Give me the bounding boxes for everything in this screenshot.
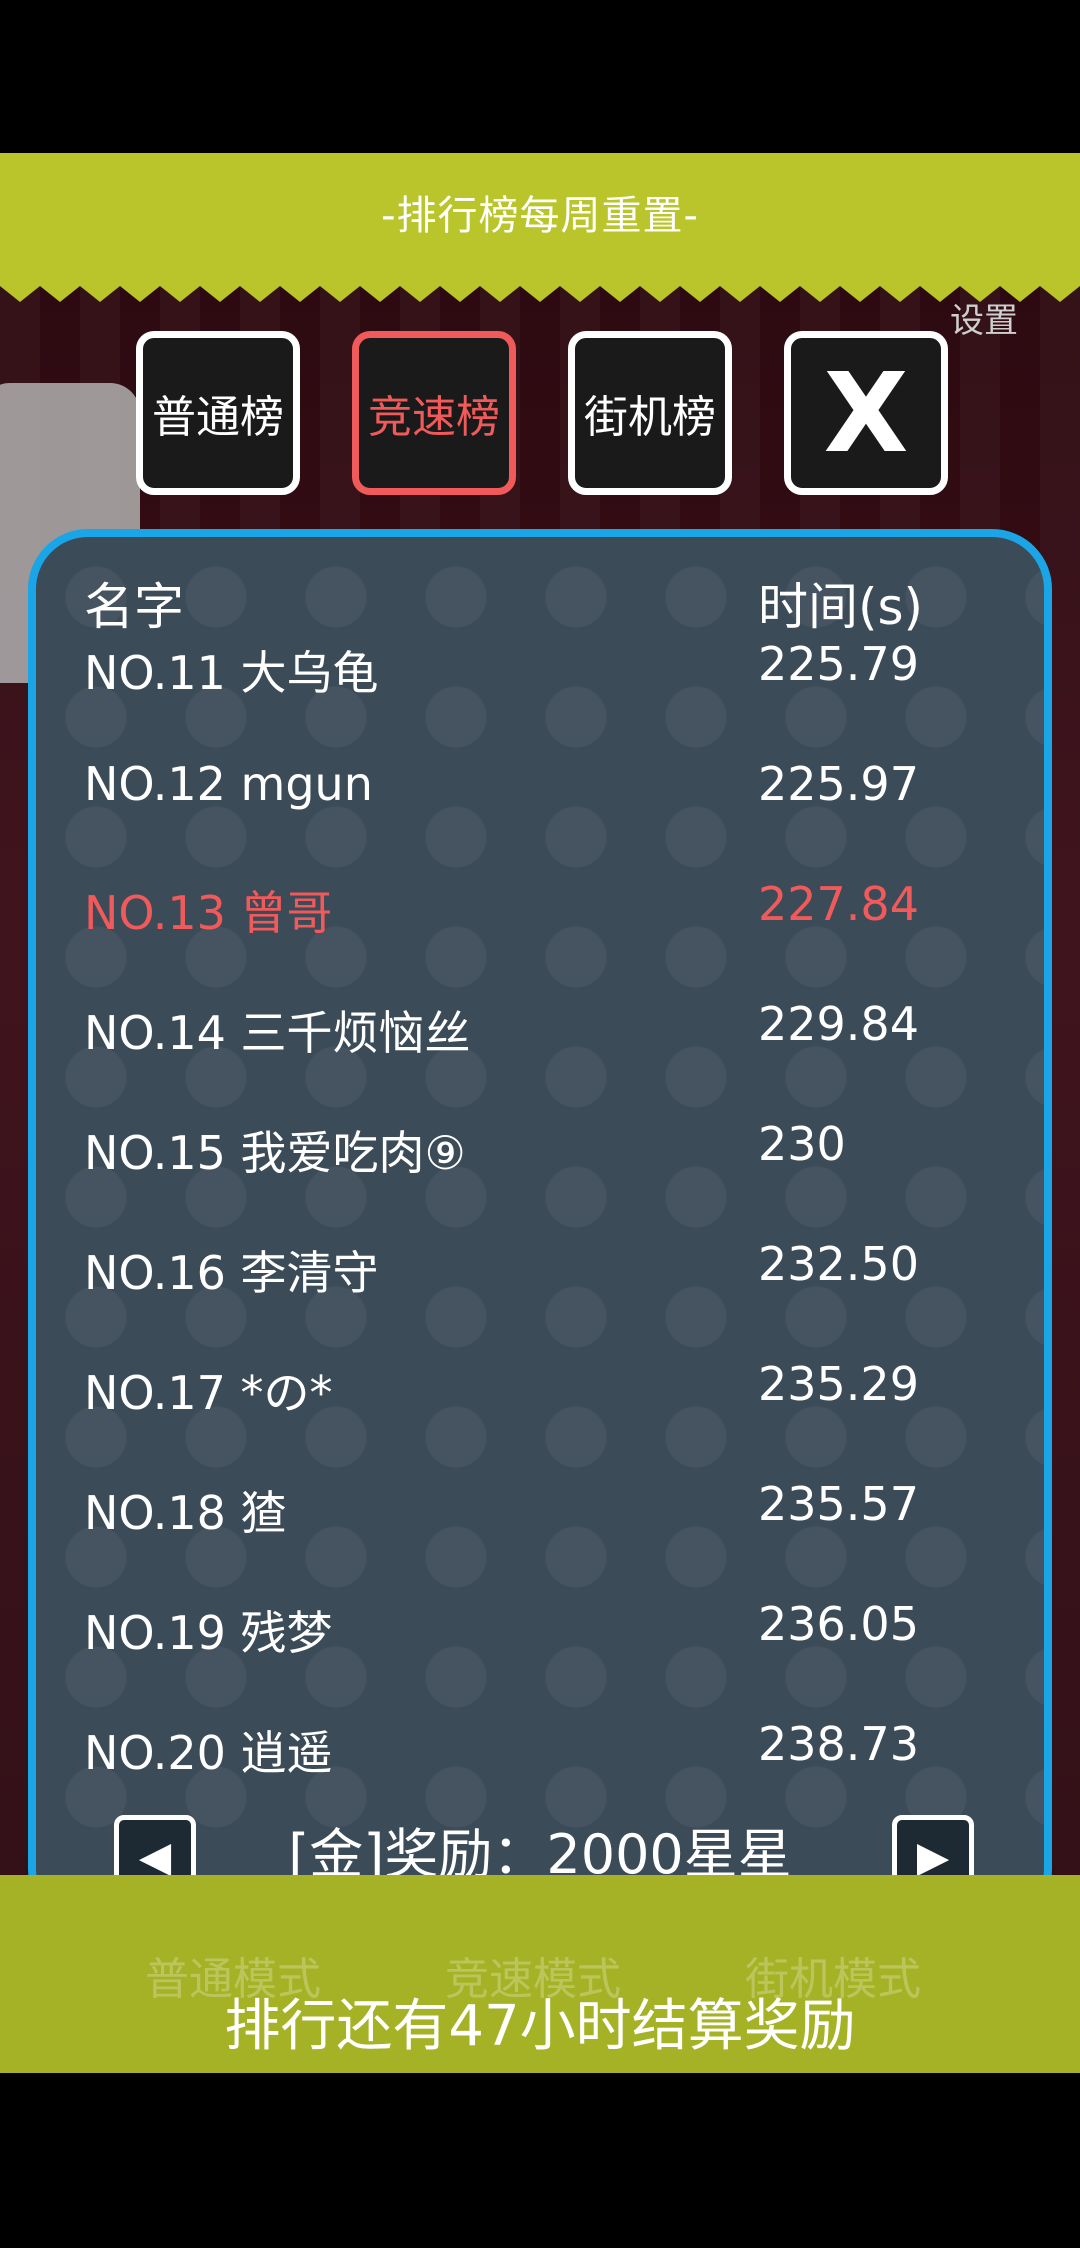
player-time: 238.73 <box>758 1717 919 1771</box>
leaderboard-panel: 名字 时间(s) NO.11 大乌龟 225.79 NO.12 mgun 225… <box>28 529 1052 1929</box>
player-name: NO.19 残梦 <box>84 1606 333 1660</box>
table-row: NO.14 三千烦恼丝 229.84 <box>36 997 1044 1077</box>
table-row: NO.15 我爱吃肉⑨ 230 <box>36 1117 1044 1197</box>
table-row: NO.12 mgun 225.97 <box>36 757 1044 837</box>
top-banner: -排行榜每周重置- <box>0 153 1080 302</box>
player-name: NO.20 逍遥 <box>84 1726 333 1780</box>
column-header-name: 名字 <box>84 578 184 636</box>
player-time: 225.97 <box>758 757 919 811</box>
table-row: NO.17 *の* 235.29 <box>36 1357 1044 1437</box>
arrow-right-icon: ▶ <box>916 1831 950 1881</box>
tab-arcade-ranking[interactable]: 街机榜 <box>568 331 732 495</box>
settlement-countdown: 排行还有47小时结算奖励 <box>224 1994 856 2059</box>
player-time: 235.57 <box>758 1477 919 1531</box>
game-stage: -排行榜每周重置- 设置 普通榜 竞速榜 街机榜 X 名字 时间(s) NO.1… <box>0 153 1080 2073</box>
player-name: NO.17 *の* <box>84 1366 333 1420</box>
settings-label[interactable]: 设置 <box>950 293 1018 342</box>
arrow-left-icon: ◀ <box>138 1831 172 1881</box>
player-name: NO.15 我爱吃肉⑨ <box>84 1126 466 1180</box>
close-button[interactable]: X <box>784 331 948 495</box>
player-time: 230 <box>758 1117 846 1171</box>
zigzag-edge <box>0 276 1080 302</box>
player-time: 227.84 <box>758 877 919 931</box>
player-name: NO.13 曾哥 <box>84 886 333 940</box>
player-time: 235.29 <box>758 1357 919 1411</box>
table-row: NO.11 大乌龟 225.79 <box>36 637 1044 717</box>
player-name: NO.16 李清守 <box>84 1246 379 1300</box>
leaderboard-reset-notice: -排行榜每周重置- <box>381 193 699 239</box>
player-name: NO.11 大乌龟 <box>84 646 379 700</box>
player-time: 225.79 <box>758 637 919 691</box>
table-row: NO.18 猹 235.57 <box>36 1477 1044 1557</box>
tab-normal-ranking[interactable]: 普通榜 <box>136 331 300 495</box>
player-time: 232.50 <box>758 1237 919 1291</box>
table-row: NO.20 逍遥 238.73 <box>36 1717 1044 1797</box>
player-name: NO.18 猹 <box>84 1486 287 1540</box>
table-row: NO.16 李清守 232.50 <box>36 1237 1044 1317</box>
table-row: NO.19 残梦 236.05 <box>36 1597 1044 1677</box>
table-row-current-player: NO.13 曾哥 227.84 <box>36 877 1044 957</box>
player-time: 236.05 <box>758 1597 919 1651</box>
player-time: 229.84 <box>758 997 919 1051</box>
player-name: NO.12 mgun <box>84 757 373 811</box>
column-header-time: 时间(s) <box>758 578 924 636</box>
player-name: NO.14 三千烦恼丝 <box>84 1006 471 1060</box>
tab-speed-ranking[interactable]: 竞速榜 <box>352 331 516 495</box>
